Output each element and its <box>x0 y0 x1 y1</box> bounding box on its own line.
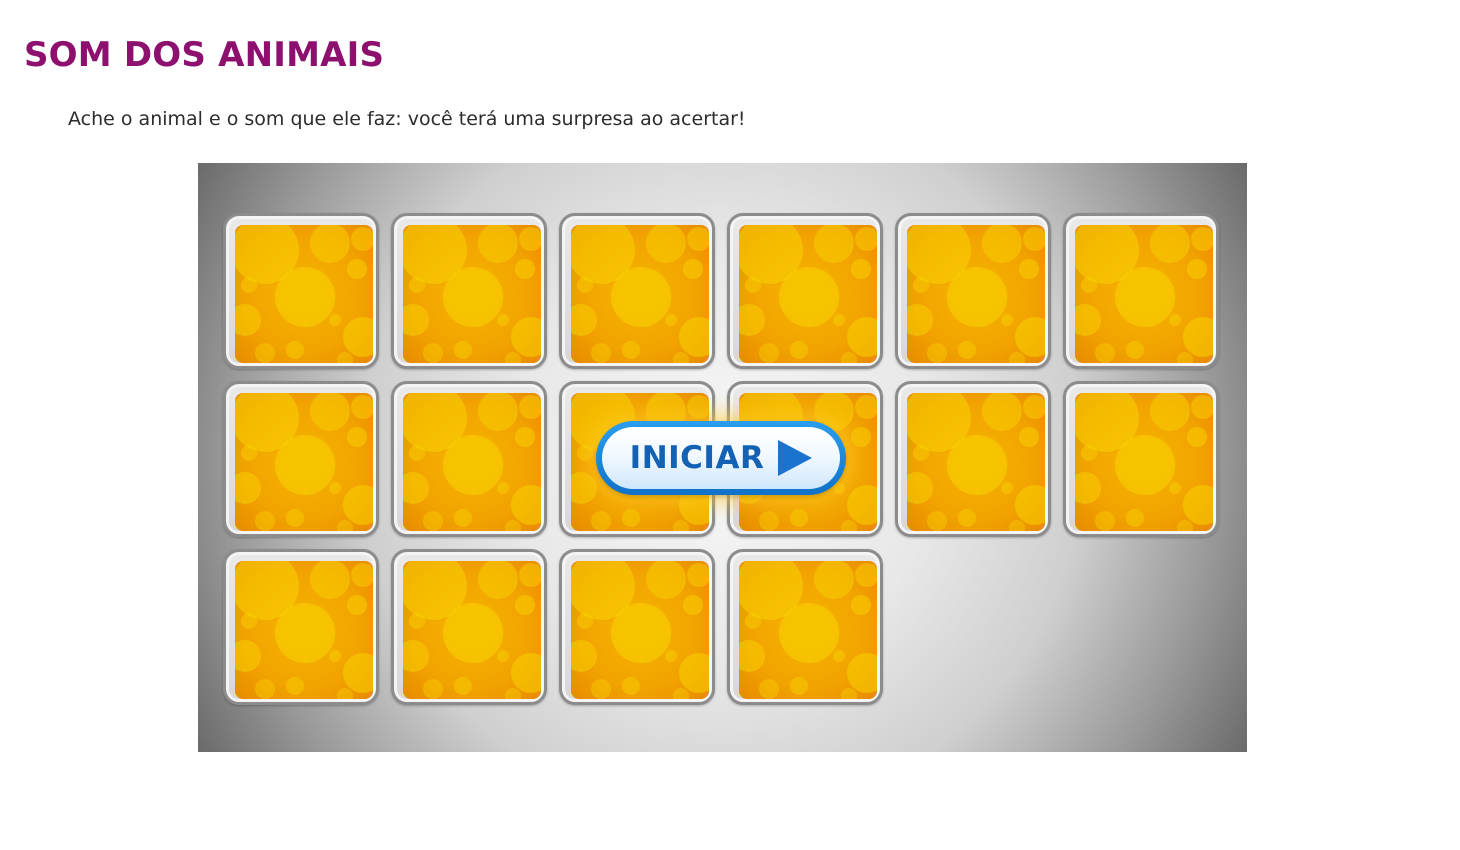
page-title: SOM DOS ANIMAIS <box>24 35 385 75</box>
card-back-pattern <box>571 225 709 363</box>
memory-card[interactable] <box>727 213 883 369</box>
card-back-pattern <box>571 561 709 699</box>
memory-card[interactable] <box>223 213 379 369</box>
card-back-pattern <box>403 561 541 699</box>
memory-game-board: INICIAR <box>198 163 1247 752</box>
memory-card[interactable] <box>223 549 379 705</box>
card-back-pattern <box>907 225 1045 363</box>
start-button-face[interactable]: INICIAR <box>602 427 840 489</box>
card-back-pattern <box>403 393 541 531</box>
memory-card[interactable] <box>391 381 547 537</box>
memory-card[interactable] <box>895 381 1051 537</box>
memory-card[interactable] <box>559 549 715 705</box>
memory-card[interactable] <box>391 549 547 705</box>
play-icon <box>778 440 813 476</box>
memory-card[interactable] <box>223 381 379 537</box>
card-back-pattern <box>907 393 1045 531</box>
card-back-pattern <box>403 225 541 363</box>
memory-card[interactable] <box>895 213 1051 369</box>
card-back-pattern <box>739 225 877 363</box>
card-back-pattern <box>1075 225 1213 363</box>
start-button[interactable]: INICIAR <box>596 421 846 495</box>
memory-card[interactable] <box>1063 213 1219 369</box>
card-back-pattern <box>235 225 373 363</box>
memory-card[interactable] <box>559 213 715 369</box>
page-description: Ache o animal e o som que ele faz: você … <box>68 108 746 130</box>
card-back-pattern <box>739 561 877 699</box>
start-button-label: INICIAR <box>629 440 765 476</box>
card-back-pattern <box>1075 393 1213 531</box>
card-back-pattern <box>235 393 373 531</box>
memory-card[interactable] <box>727 549 883 705</box>
card-back-pattern <box>235 561 373 699</box>
memory-card[interactable] <box>391 213 547 369</box>
memory-card[interactable] <box>1063 381 1219 537</box>
